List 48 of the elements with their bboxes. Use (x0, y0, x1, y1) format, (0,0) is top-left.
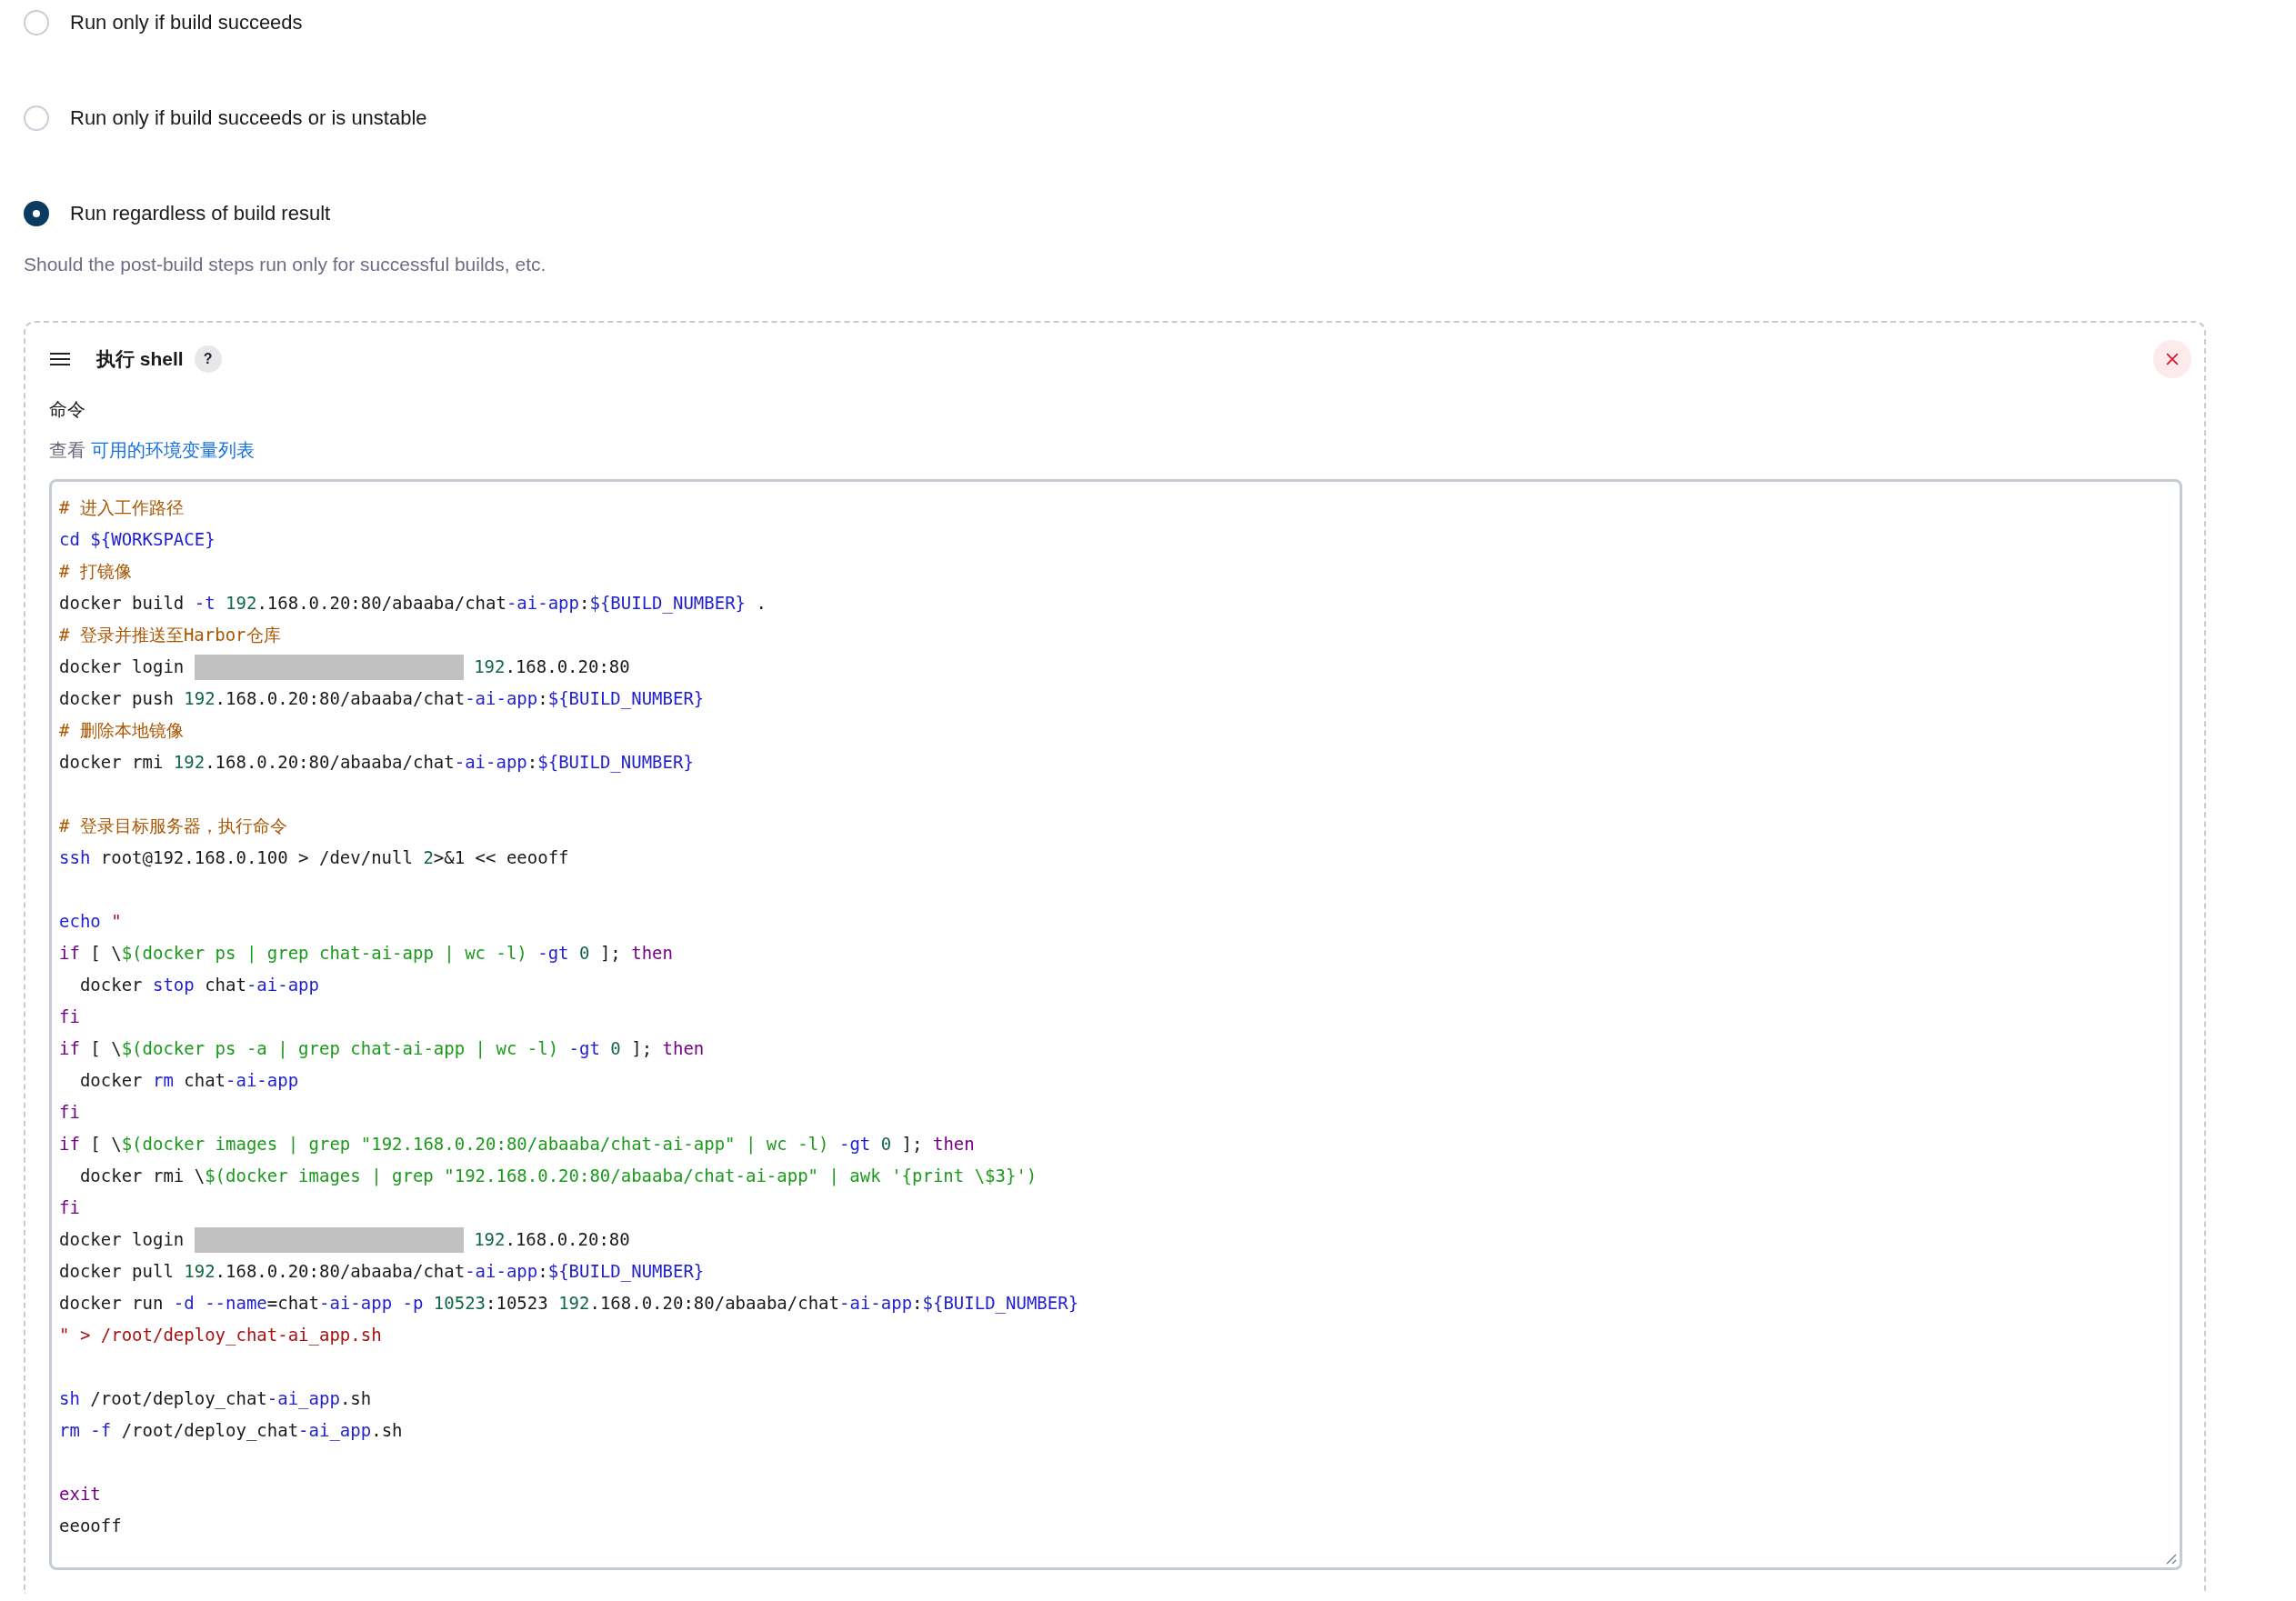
close-icon (2166, 353, 2179, 365)
code-line: " > /root/deploy_chat-ai_app.sh (59, 1324, 382, 1347)
code-line: docker rmi \$(docker images | grep "192.168.0.20:80/abaaba/chat-ai-app" | awk '{print \$3}') (78, 1165, 1038, 1188)
code-line: if [ \$(docker images | grep "192.168.0.20:80/abaaba/chat-ai-app" | wc -l) -gt 0 ]; then (59, 1133, 975, 1156)
code-line: sh /root/deploy_chat-ai_app.sh (59, 1387, 372, 1411)
env-hint: 查看 可用的环境变量列表 (49, 439, 256, 462)
code-text: 192.168.0.20:80 (473, 1228, 630, 1251)
code-line: eeooff (59, 1515, 122, 1537)
menu-icon[interactable] (49, 352, 71, 366)
code-line: docker rm chat-ai-app (78, 1069, 299, 1092)
code-line: docker stop chat-ai-app (78, 974, 319, 996)
option-label: Run regardless of build result (70, 202, 331, 225)
help-text: Should the post-build steps run only for successful builds, etc. (24, 254, 547, 275)
code-text: docker login (59, 655, 185, 678)
close-button[interactable] (2153, 340, 2191, 378)
code-line: exit (59, 1483, 101, 1506)
code-line: docker build -t 192.168.0.20:80/abaaba/chat-ai-app:${BUILD_NUMBER} . (59, 592, 767, 615)
code-line: if [ \$(docker ps | grep chat-ai-app | wc -l) -gt 0 ]; then (59, 942, 673, 966)
code-line: # 删除本地镜像 (59, 719, 184, 742)
code-text: docker login (59, 1228, 185, 1251)
code-line: # 打镜像 (59, 560, 132, 583)
code-line: # 进入工作路径 (59, 496, 184, 519)
code-line: ssh root@192.168.0.100 > /dev/null 2>&1 << eeooff (59, 846, 569, 869)
code-line: fi (59, 1006, 80, 1028)
option-label: Run only if build succeeds or is unstable (70, 106, 427, 130)
option-label: Run only if build succeeds (70, 11, 303, 35)
code-text: 192.168.0.20:80 (473, 655, 630, 678)
help-button[interactable]: ? (194, 345, 222, 373)
code-line: fi (59, 1101, 80, 1124)
code-line: rm -f /root/deploy_chat-ai_app.sh (59, 1419, 403, 1443)
command-field[interactable] (49, 479, 2182, 1570)
code-line: # 登录并推送至Harbor仓库 (59, 624, 281, 646)
code-line: echo " (59, 910, 122, 933)
code-line: cd ${WORKSPACE} (59, 528, 216, 551)
resize-handle-icon[interactable] (2166, 1554, 2177, 1565)
code-line: fi (59, 1196, 80, 1219)
env-vars-link[interactable]: 可用的环境变量列表 (90, 440, 255, 460)
code-line: # 登录目标服务器，执行命令 (59, 815, 287, 837)
radio-button[interactable] (24, 105, 49, 131)
step-title: 执行 shell (96, 347, 184, 371)
code-line: docker pull 192.168.0.20:80/abaaba/chat-ai-app:${BUILD_NUMBER} (59, 1260, 705, 1284)
code-line: if [ \$(docker ps -a | grep chat-ai-app | wc -l) -gt 0 ]; then (59, 1037, 705, 1061)
field-label: 命令 (49, 398, 86, 421)
radio-button[interactable] (24, 201, 49, 226)
code-line: docker push 192.168.0.20:80/abaaba/chat-ai-app:${BUILD_NUMBER} (59, 687, 705, 711)
radio-button[interactable] (24, 10, 49, 35)
code-line: docker run -d --name=chat-ai-app -p 10523:10523 192.168.0.20:80/abaaba/chat-ai-app:${BUILD_NUMBER} (59, 1292, 1079, 1316)
code-line: docker rmi 192.168.0.20:80/abaaba/chat-ai-app:${BUILD_NUMBER} (59, 751, 694, 775)
